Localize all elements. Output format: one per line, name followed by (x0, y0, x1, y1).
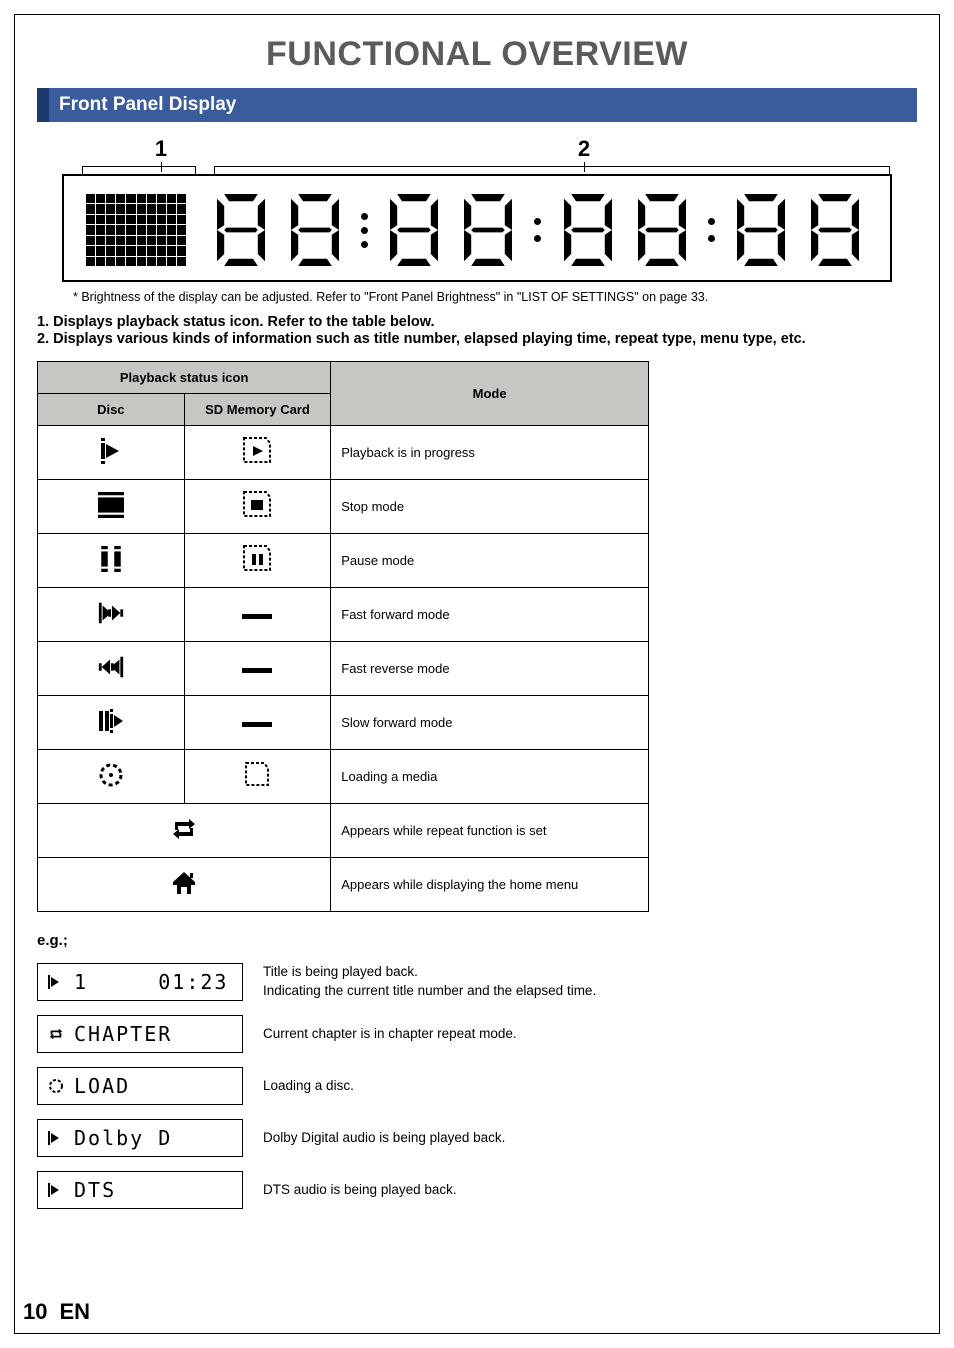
th-sd-card: SD Memory Card (184, 394, 331, 426)
page-footer: 10 EN (15, 1299, 90, 1325)
seven-segment-display (208, 194, 868, 266)
play-icon (48, 1183, 64, 1197)
pause-icon (38, 534, 185, 588)
examples-heading: e.g.; (37, 932, 917, 949)
legend-item-1: 1. Displays playback status icon. Refer … (37, 314, 917, 330)
example-description: Dolby Digital audio is being played back… (263, 1129, 917, 1148)
example-row: Dolby D Dolby Digital audio is being pla… (37, 1119, 917, 1157)
th-mode: Mode (331, 362, 649, 426)
repeat-icon (38, 804, 331, 858)
example-description: Loading a disc. (263, 1077, 917, 1096)
example-display-play-title: 1 01:23 (37, 963, 243, 1001)
stop-icon (38, 480, 185, 534)
table-row: Loading a media (38, 750, 649, 804)
section-heading: Front Panel Display (37, 88, 917, 122)
table-row: Stop mode (38, 480, 649, 534)
example-description: DTS audio is being played back. (263, 1181, 917, 1200)
no-icon (184, 588, 331, 642)
repeat-icon (48, 1026, 64, 1042)
play-icon (48, 975, 64, 989)
example-display-dolby: Dolby D (37, 1119, 243, 1157)
page-number: 10 (23, 1299, 47, 1325)
example-row: 1 01:23 Title is being played back. Indi… (37, 963, 917, 1001)
mode-text: Playback is in progress (331, 426, 649, 480)
example-row: LOAD Loading a disc. (37, 1067, 917, 1105)
loading-disc-icon (38, 750, 185, 804)
playback-status-table: Playback status icon Mode Disc SD Memory… (37, 361, 649, 912)
th-disc: Disc (38, 394, 185, 426)
example-display-chapter-repeat: CHAPTER (37, 1015, 243, 1053)
example-text: Dolby D (74, 1126, 172, 1150)
table-row: Appears while displaying the home menu (38, 858, 649, 912)
legend-item-2: 2. Displays various kinds of information… (37, 331, 917, 347)
page-title: FUNCTIONAL OVERVIEW (37, 35, 917, 74)
example-text: 1 01:23 (74, 970, 228, 994)
example-description: Title is being played back. Indicating t… (263, 963, 917, 1001)
fast-forward-icon (38, 588, 185, 642)
table-row: Fast forward mode (38, 588, 649, 642)
th-playback-status-icon: Playback status icon (38, 362, 331, 394)
page-language: EN (59, 1299, 90, 1325)
example-text: CHAPTER (74, 1022, 172, 1046)
sd-loading-icon (184, 750, 331, 804)
table-row: Pause mode (38, 534, 649, 588)
figure-label-1: 1 (106, 136, 216, 162)
fast-reverse-icon (38, 642, 185, 696)
slow-forward-icon (38, 696, 185, 750)
mode-text: Slow forward mode (331, 696, 649, 750)
sd-play-icon (184, 426, 331, 480)
no-icon (184, 642, 331, 696)
example-display-dts: DTS (37, 1171, 243, 1209)
loading-disc-icon (48, 1078, 64, 1094)
sd-stop-icon (184, 480, 331, 534)
play-icon (48, 1131, 64, 1145)
mode-text: Appears while displaying the home menu (331, 858, 649, 912)
table-row: Slow forward mode (38, 696, 649, 750)
mode-text: Stop mode (331, 480, 649, 534)
table-row: Appears while repeat function is set (38, 804, 649, 858)
mode-text: Appears while repeat function is set (331, 804, 649, 858)
example-row: CHAPTER Current chapter is in chapter re… (37, 1015, 917, 1053)
mode-text: Pause mode (331, 534, 649, 588)
sd-pause-icon (184, 534, 331, 588)
play-icon (38, 426, 185, 480)
example-description: Current chapter is in chapter repeat mod… (263, 1025, 917, 1044)
mode-text: Fast reverse mode (331, 642, 649, 696)
no-icon (184, 696, 331, 750)
brightness-note: * Brightness of the display can be adjus… (73, 290, 917, 304)
example-display-load: LOAD (37, 1067, 243, 1105)
example-row: DTS DTS audio is being played back. (37, 1171, 917, 1209)
figure-label-2: 2 (316, 136, 852, 162)
mode-text: Fast forward mode (331, 588, 649, 642)
table-row: Playback is in progress (38, 426, 649, 480)
front-panel-display-figure: 1 2 (62, 136, 892, 282)
table-row: Fast reverse mode (38, 642, 649, 696)
status-dot-matrix (86, 194, 186, 266)
figure-legend-list: 1. Displays playback status icon. Refer … (37, 314, 917, 347)
mode-text: Loading a media (331, 750, 649, 804)
example-text: LOAD (74, 1074, 130, 1098)
home-menu-icon (38, 858, 331, 912)
example-text: DTS (74, 1178, 116, 1202)
